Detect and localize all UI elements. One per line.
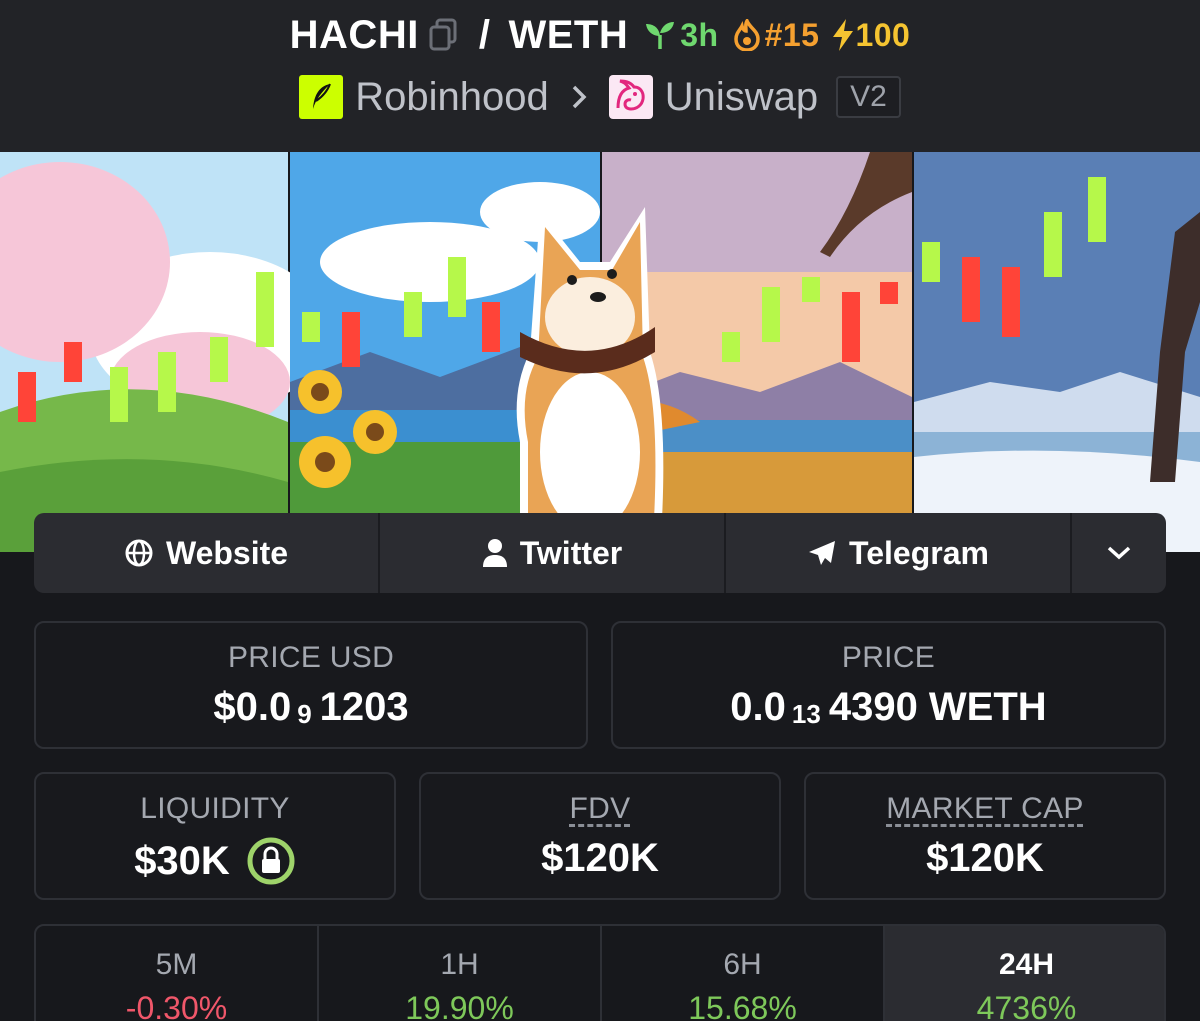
tab-1h-label: 1H [440,948,479,981]
price-usd-prefix: $0.0 [213,685,292,729]
pair-header: HACHI / WETH 3h #15 100 Robinhood Uniswa… [0,0,1200,152]
twitter-button[interactable]: Twitter [380,513,726,593]
liquidity-value: $30K [134,838,230,883]
social-links-bar: Website Twitter Telegram [34,513,1166,593]
user-icon [482,538,508,568]
liquidity-label: LIQUIDITY [140,792,290,825]
fdv-card: FDV $120K [419,772,781,900]
website-button[interactable]: Website [34,513,380,593]
tab-24h[interactable]: 24H 4736% [885,926,1164,1021]
price-usd-value: $0.0 9 1203 [36,685,586,730]
chevron-right-icon [571,84,587,110]
chain-dex-breadcrumb: Robinhood Uniswap V2 [0,72,1200,122]
boost-count[interactable]: 100 [831,17,910,54]
tab-6h[interactable]: 6H 15.68% [602,926,885,1021]
token-banner-image [0,152,1200,552]
market-cap-value: $120K [926,836,1044,880]
market-cap-card: MARKET CAP $120K [804,772,1166,900]
seedling-icon [644,20,676,50]
trending-rank[interactable]: #15 [733,17,820,54]
telegram-button[interactable]: Telegram [726,513,1072,593]
rank-text: #15 [764,16,820,53]
tab-5m-label: 5M [155,948,198,981]
base-token-symbol: HACHI [289,12,419,57]
website-label: Website [165,534,289,571]
copy-icon[interactable] [429,18,459,52]
paper-plane-icon [807,539,837,567]
pair-separator: / [478,12,491,57]
price-usd-label: PRICE USD [227,641,395,674]
age-text: 3h [680,16,719,53]
pair-age: 3h [644,17,718,54]
tab-24h-change: 4736% [976,990,1077,1021]
tab-5m-change: -0.30% [125,990,228,1021]
fdv-value: $120K [541,836,659,880]
price-native-digits: 4390 WETH [828,685,1047,729]
tab-1h[interactable]: 1H 19.90% [319,926,602,1021]
liquidity-value-row: $30K [36,836,394,886]
market-cap-label[interactable]: MARKET CAP [806,792,1164,826]
boost-text: 100 [855,16,911,53]
tab-6h-change: 15.68% [688,990,797,1021]
dex-name[interactable]: Uniswap [665,75,818,120]
tab-24h-label: 24H [998,948,1055,981]
price-usd-digits: 1203 [319,685,409,729]
price-usd-card: PRICE USD $0.0 9 1203 [34,621,588,749]
telegram-label: Telegram [849,534,989,571]
price-change-tabs: 5M -0.30% 1H 19.90% 6H 15.68% 24H 4736% [34,924,1166,1021]
fdv-label[interactable]: FDV [421,792,779,826]
price-native-prefix: 0.0 [730,685,786,729]
more-links-button[interactable] [1072,513,1166,593]
robinhood-logo-icon [299,75,344,119]
twitter-label: Twitter [519,534,623,571]
price-usd-zero-count: 9 [297,699,312,729]
flame-icon [733,19,761,51]
globe-icon [124,538,154,568]
tab-5m[interactable]: 5M -0.30% [36,926,319,1021]
pair-title: HACHI / WETH 3h #15 100 [0,10,1200,60]
price-native-value: 0.0 13 4390 WETH [613,685,1164,730]
tab-6h-label: 6H [723,948,762,981]
price-native-zero-count: 13 [791,699,821,729]
uniswap-logo-icon [608,75,653,119]
price-native-label: PRICE [841,641,936,674]
liquidity-card: LIQUIDITY $30K [34,772,396,900]
lock-icon[interactable] [246,836,296,886]
chevron-down-icon [1106,545,1132,561]
dex-version-badge: V2 [836,76,901,118]
price-native-card: PRICE 0.0 13 4390 WETH [611,621,1166,749]
tab-1h-change: 19.90% [405,990,514,1021]
quote-token-symbol: WETH [508,12,629,57]
lightning-icon [831,18,855,52]
chain-name[interactable]: Robinhood [355,75,549,120]
